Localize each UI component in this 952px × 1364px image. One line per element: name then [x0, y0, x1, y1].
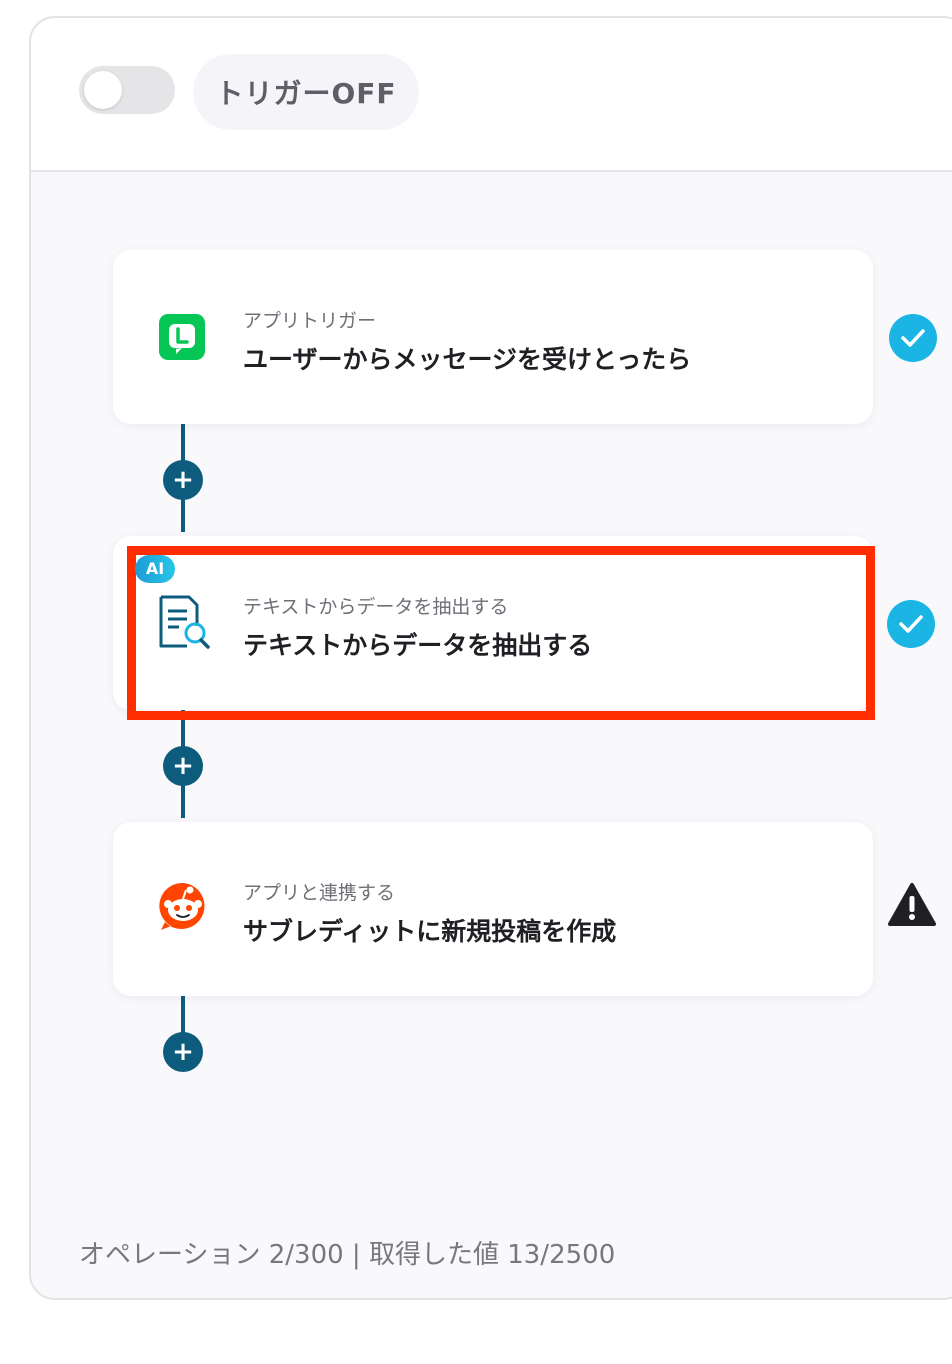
- add-step-button[interactable]: +: [163, 460, 203, 500]
- check-icon: [889, 314, 937, 362]
- step-title: ユーザーからメッセージを受けとったら: [243, 345, 692, 374]
- step-title: サブレディットに新規投稿を作成: [243, 917, 617, 946]
- usage-footer: オペレーション 2/300 | 取得した値 13/2500: [79, 1240, 616, 1270]
- document-search-icon: [157, 594, 213, 652]
- step-subtitle: テキストからデータを抽出する: [243, 596, 509, 618]
- reddit-icon: [157, 880, 209, 932]
- trigger-status-label: トリガーOFF: [193, 54, 419, 130]
- add-step-button[interactable]: +: [163, 1032, 203, 1072]
- check-icon: [887, 600, 935, 648]
- add-step-button[interactable]: +: [163, 746, 203, 786]
- flow-header: トリガーOFF: [31, 18, 952, 172]
- step-subtitle: アプリと連携する: [243, 882, 396, 904]
- step-card-trigger[interactable]: アプリトリガー ユーザーからメッセージを受けとったら: [113, 250, 873, 424]
- trigger-toggle[interactable]: [79, 66, 175, 114]
- step-title: テキストからデータを抽出する: [243, 631, 593, 660]
- ai-badge: AI: [135, 555, 175, 583]
- step-subtitle: アプリトリガー: [243, 310, 377, 332]
- line-app-icon: [159, 314, 205, 360]
- step-card-ai-extract[interactable]: テキストからデータを抽出する テキストからデータを抽出する: [113, 536, 873, 710]
- step-card-reddit[interactable]: アプリと連携する サブレディットに新規投稿を作成: [113, 822, 873, 996]
- warning-icon: [887, 882, 936, 930]
- toggle-knob: [84, 71, 122, 109]
- flow-editor-panel: トリガーOFF + + + アプリトリガー ユーザーからメッセージを受けとったら: [29, 16, 952, 1300]
